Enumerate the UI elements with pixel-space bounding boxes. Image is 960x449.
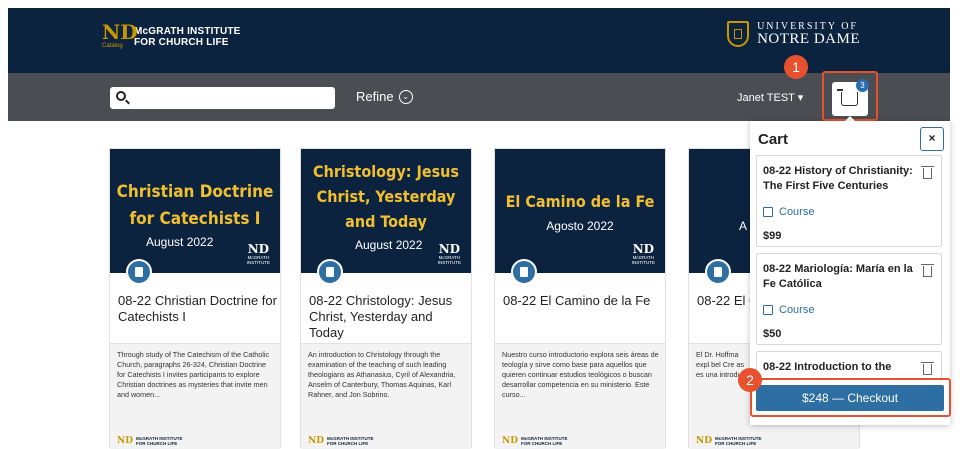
mcgrath-logo[interactable]: ND Catalog McGRATH INSTITUTE FOR CHURCH … <box>102 22 241 52</box>
course-title[interactable]: 08-22 El Camino de la Fe <box>503 293 663 309</box>
book-icon <box>317 259 343 285</box>
course-description: Nuestro curso introductorio explora seis… <box>495 343 665 449</box>
search-input[interactable] <box>110 87 335 109</box>
cart-title: Cart <box>758 131 789 148</box>
cart-item-title[interactable]: 08-22 Mariología: María en la Fe Católic… <box>763 262 913 292</box>
brand-name-line1: McGRATH INSTITUTE <box>134 26 241 37</box>
nd-monogram-icon: ND Catalog <box>102 20 138 49</box>
cart-item-title[interactable]: 08-22 History of Christianity: The First… <box>763 164 913 194</box>
close-icon[interactable]: × <box>920 127 944 151</box>
card-footer-logo: ND McGRATH INSTITUTE FOR CHURCH LIFE <box>308 435 374 446</box>
cart-item-type: Course <box>763 304 814 316</box>
search-icon <box>116 91 126 101</box>
callout-highlight-cart <box>822 71 878 121</box>
course-description-text: Through study of The Catechism of the Ca… <box>117 350 270 399</box>
banner-date: Agosto 2022 <box>546 219 614 233</box>
course-description-text: Nuestro curso introductorio explora seis… <box>502 350 659 399</box>
callout-number-2: 2 <box>738 368 762 392</box>
brand-name-line2: FOR CHURCH LIFE <box>134 37 229 48</box>
cart-item: 08-22 Introduction to the <box>756 351 942 381</box>
trash-icon[interactable] <box>921 362 934 375</box>
cart-item-title[interactable]: 08-22 Introduction to the <box>763 360 913 375</box>
cart-item-price: $99 <box>763 230 782 242</box>
card-footer-logo: ND McGRATH INSTITUTE FOR CHURCH LIFE <box>502 435 568 446</box>
callout-highlight-checkout <box>750 378 951 417</box>
banner-title: Christology: Jesus Christ, Yesterday and… <box>313 162 459 231</box>
card-footer-logo: ND McGRATH INSTITUTE FOR CHURCH LIFE <box>696 435 762 446</box>
refine-button[interactable]: Refine ⌄ <box>356 89 413 104</box>
course-title[interactable]: 08-22 Christian Doctrine for Catechists … <box>118 293 278 325</box>
catalog-label: Catalog <box>102 43 123 49</box>
book-icon <box>763 207 773 217</box>
user-menu[interactable]: Janet TEST ▾ <box>737 91 803 104</box>
card-footer-logo: ND McGRATH INSTITUTE FOR CHURCH LIFE <box>117 435 183 446</box>
cart-item-price: $50 <box>763 328 782 340</box>
course-description: An introduction to Christology through t… <box>301 343 471 449</box>
shield-icon <box>727 21 750 47</box>
mcgrath-small-logo: ND McGRATH INSTITUTE <box>631 242 655 265</box>
course-description: Through study of The Catechism of the Ca… <box>110 343 280 449</box>
course-banner: El Camino de la Fe Agosto 2022 ND McGRATH… <box>495 149 665 273</box>
trash-icon[interactable] <box>921 166 934 179</box>
mcgrath-small-logo: ND McGRATH INSTITUTE <box>437 242 461 265</box>
course-card[interactable]: Christology: Jesus Christ, Yesterday and… <box>300 148 472 449</box>
course-card[interactable]: El Camino de la Fe Agosto 2022 ND McGRATH… <box>494 148 666 449</box>
banner-title: Christian Doctrine for Catechists I <box>116 182 274 229</box>
cart-item: 08-22 History of Christianity: The First… <box>756 155 942 247</box>
trash-icon[interactable] <box>921 264 934 277</box>
callout-number-1: 1 <box>784 55 808 79</box>
course-description-text: An introduction to Christology through t… <box>308 350 456 399</box>
course-banner: Christology: Jesus Christ, Yesterday and… <box>301 149 471 273</box>
banner-title: El Camino de la Fe <box>505 192 655 211</box>
refine-label: Refine <box>356 89 394 104</box>
cart-item-type: Course <box>763 206 814 218</box>
course-card[interactable]: Christian Doctrine for Catechists I Augu… <box>109 148 281 449</box>
cart-item: 08-22 Mariología: María en la Fe Católic… <box>756 253 942 345</box>
book-icon <box>705 259 731 285</box>
mcgrath-small-logo: ND McGRATH INSTITUTE <box>246 242 270 265</box>
chevron-down-icon: ⌄ <box>398 89 413 104</box>
notre-dame-label: NOTRE DAME <box>757 31 860 47</box>
site-header: ND Catalog McGRATH INSTITUTE FOR CHURCH … <box>8 8 950 73</box>
course-title[interactable]: 08-22 Christology: Jesus Christ, Yesterd… <box>309 293 469 341</box>
book-icon <box>126 259 152 285</box>
book-icon <box>511 259 537 285</box>
book-icon <box>763 305 773 315</box>
course-banner: Christian Doctrine for Catechists I Augu… <box>110 149 280 273</box>
notre-dame-logo[interactable]: UNIVERSITY OF NOTRE DAME <box>727 21 860 47</box>
